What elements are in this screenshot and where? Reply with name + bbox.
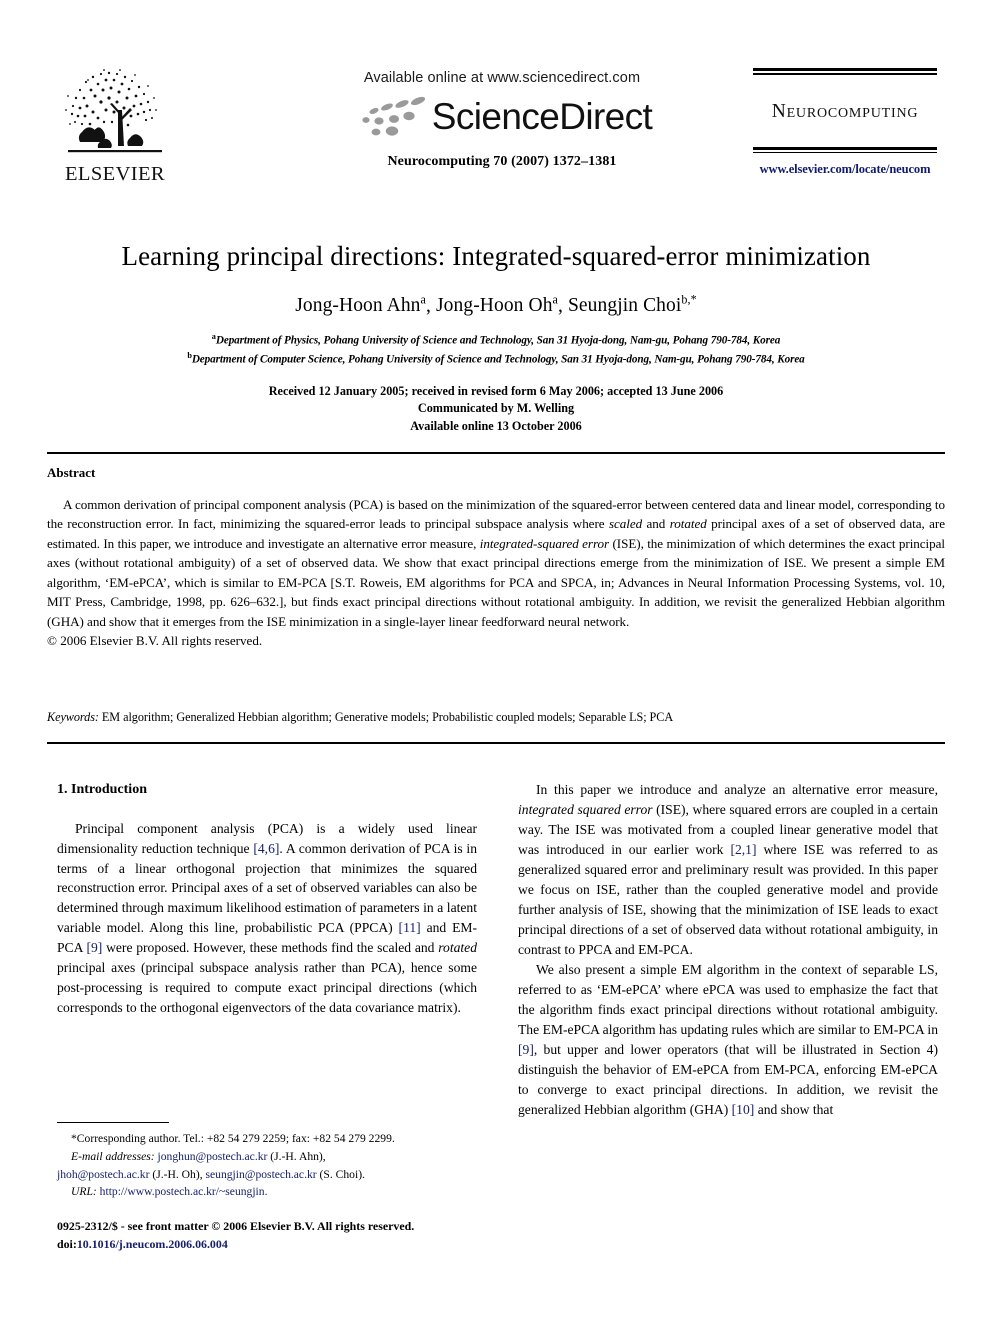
- page-title: Learning principal directions: Integrate…: [121, 241, 871, 271]
- author-3: Seungjin Choib,*: [567, 292, 697, 317]
- intro-paragraph-right-2: We also present a simple EM algorithm in…: [518, 960, 938, 1120]
- email-name-3: (S. Choi).: [319, 1167, 365, 1181]
- intro-paragraph-left-1: Principal component analysis (PCA) is a …: [57, 819, 477, 1019]
- footnote-divider: [57, 1122, 169, 1124]
- author-2: Jong-Hoon Oha: [435, 292, 559, 317]
- abstract-text: A common derivation of principal compone…: [47, 497, 946, 629]
- abstract-italic-ise: integrated-squared error: [479, 535, 610, 551]
- citation-10[interactable]: [10]: [732, 1102, 755, 1117]
- author-list: Jong-Hoon Ahna, Jong-Hoon Oha, Seungjin …: [47, 293, 945, 318]
- intro-right-italic-ise: integrated squared error: [518, 801, 653, 817]
- elsevier-logo-block: ELSEVIER: [55, 68, 175, 185]
- history-communicated: Communicated by M. Welling: [417, 401, 575, 416]
- intro-right-text-3: where ISE was referred to as generalized…: [518, 841, 938, 957]
- intro-right-text-6: and show that: [754, 1101, 834, 1117]
- article-first-page: ELSEVIER Available online at www.science…: [0, 0, 992, 1323]
- elsevier-tree-icon: [65, 69, 162, 153]
- title-block: Learning principal directions: Integrate…: [47, 240, 945, 436]
- sciencedirect-logo: ScienceDirect: [307, 92, 697, 140]
- abstract-italic-scaled: scaled: [608, 516, 643, 532]
- abstract-heading: Abstract: [47, 465, 96, 480]
- journal-homepage-link[interactable]: www.elsevier.com/locate/neucom: [745, 162, 945, 177]
- journal-title-block: Neurocomputing www.elsevier.com/locate/n…: [745, 68, 945, 177]
- elsevier-wordmark: ELSEVIER: [65, 163, 165, 185]
- intro-left-text-5: principal axes (principal subspace analy…: [57, 960, 477, 1016]
- citation-9b[interactable]: [9]: [518, 1042, 534, 1057]
- citation-4-6[interactable]: [4,6]: [253, 841, 279, 856]
- citation-2-1[interactable]: [2,1]: [730, 842, 756, 857]
- intro-left-text-4: were proposed. However, these methods fi…: [102, 940, 439, 956]
- article-history: Received 12 January 2005; received in re…: [47, 383, 945, 436]
- masthead: ELSEVIER Available online at www.science…: [47, 62, 945, 202]
- frontmatter-block: 0925-2312/$ - see front matter © 2006 El…: [57, 1218, 487, 1254]
- email-addresses-line: E-mail addresses: jonghun@postech.ac.kr …: [57, 1148, 477, 1166]
- sciencedirect-block: Available online at www.sciencedirect.co…: [307, 70, 697, 170]
- journal-rule-top: [753, 68, 937, 75]
- divider-below-abstract: [47, 742, 945, 745]
- sciencedirect-wordmark: ScienceDirect: [431, 95, 653, 137]
- intro-right-text-5: , but upper and lower operators (that wi…: [518, 1041, 938, 1117]
- author-url-link[interactable]: http://www.postech.ac.kr/~seungjin.: [100, 1185, 268, 1198]
- sciencedirect-dots-icon: [362, 96, 425, 136]
- footnote-text: *Corresponding author. Tel.: +82 54 279 …: [57, 1130, 477, 1200]
- citation-11[interactable]: [11]: [399, 920, 421, 935]
- affil-marker-b: b,*: [681, 292, 697, 307]
- abstract-copyright: © 2006 Elsevier B.V. All rights reserved…: [47, 633, 263, 649]
- available-online-text: Available online at www.sciencedirect.co…: [363, 70, 641, 86]
- journal-rule-bottom: [753, 146, 937, 153]
- issn-line: 0925-2312/$ - see front matter © 2006 El…: [57, 1219, 415, 1233]
- intro-paragraph-right-1: In this paper we introduce and analyze a…: [518, 780, 938, 960]
- affiliation-a-text: Department of Physics, Pohang University…: [215, 335, 781, 348]
- abstract-section: Abstract A common derivation of principa…: [47, 465, 945, 651]
- author-sep-2: ,: [558, 295, 568, 317]
- url-line: URL: http://www.postech.ac.kr/~seungjin.: [57, 1183, 477, 1201]
- intro-right-text-4: We also present a simple EM algorithm in…: [518, 961, 938, 1037]
- email-name-2: (J.-H. Oh),: [152, 1167, 203, 1181]
- email-label: E-mail addresses:: [71, 1149, 155, 1163]
- affiliation-b-text: Department of Computer Science, Pohang U…: [191, 353, 805, 366]
- footnote-block: *Corresponding author. Tel.: +82 54 279 …: [57, 1122, 477, 1201]
- keywords-section: Keywords: EM algorithm; Generalized Hebb…: [47, 710, 945, 725]
- affiliation-list: aDepartment of Physics, Pohang Universit…: [47, 331, 945, 368]
- intro-right-text-1: In this paper we introduce and analyze a…: [536, 782, 938, 797]
- column-left: 1. Introduction Principal component anal…: [57, 780, 477, 1018]
- keywords-text: EM algorithm; Generalized Hebbian algori…: [101, 710, 674, 724]
- history-received: Received 12 January 2005; received in re…: [268, 383, 724, 398]
- column-right: In this paper we introduce and analyze a…: [518, 780, 938, 1119]
- divider-above-abstract: [47, 452, 945, 455]
- doi-line: doi:10.1016/j.neucom.2006.06.004: [57, 1236, 487, 1254]
- url-label: URL:: [71, 1185, 97, 1199]
- doi-link[interactable]: 10.1016/j.neucom.2006.06.004: [77, 1237, 228, 1251]
- author-sep-1: ,: [426, 295, 436, 317]
- journal-reference: Neurocomputing 70 (2007) 1372–1381: [387, 154, 617, 169]
- abstract-italic-rotated: rotated: [669, 516, 707, 532]
- journal-name: Neurocomputing: [771, 100, 919, 122]
- author-1: Jong-Hoon Ahna: [295, 292, 427, 317]
- affiliation-a: aDepartment of Physics, Pohang Universit…: [47, 331, 945, 350]
- email-link-2[interactable]: jhoh@postech.ac.kr: [57, 1168, 149, 1181]
- history-available: Available online 13 October 2006: [410, 419, 582, 434]
- intro-left-italic-rotated: rotated: [438, 940, 477, 956]
- email-addresses-line-2: jhoh@postech.ac.kr (J.-H. Oh), seungjin@…: [57, 1166, 477, 1184]
- email-link-3[interactable]: seungjin@postech.ac.kr: [206, 1168, 317, 1181]
- affiliation-b: bDepartment of Computer Science, Pohang …: [47, 350, 945, 369]
- doi-label: doi:: [57, 1236, 77, 1251]
- email-name-1: (J.-H. Ahn),: [270, 1149, 326, 1163]
- citation-9a[interactable]: [9]: [86, 940, 102, 955]
- email-link-1[interactable]: jonghun@postech.ac.kr: [158, 1150, 268, 1163]
- corresponding-author-note: *Corresponding author. Tel.: +82 54 279 …: [71, 1132, 395, 1146]
- keywords-label: Keywords:: [47, 710, 99, 724]
- section-heading-introduction: 1. Introduction: [57, 782, 147, 797]
